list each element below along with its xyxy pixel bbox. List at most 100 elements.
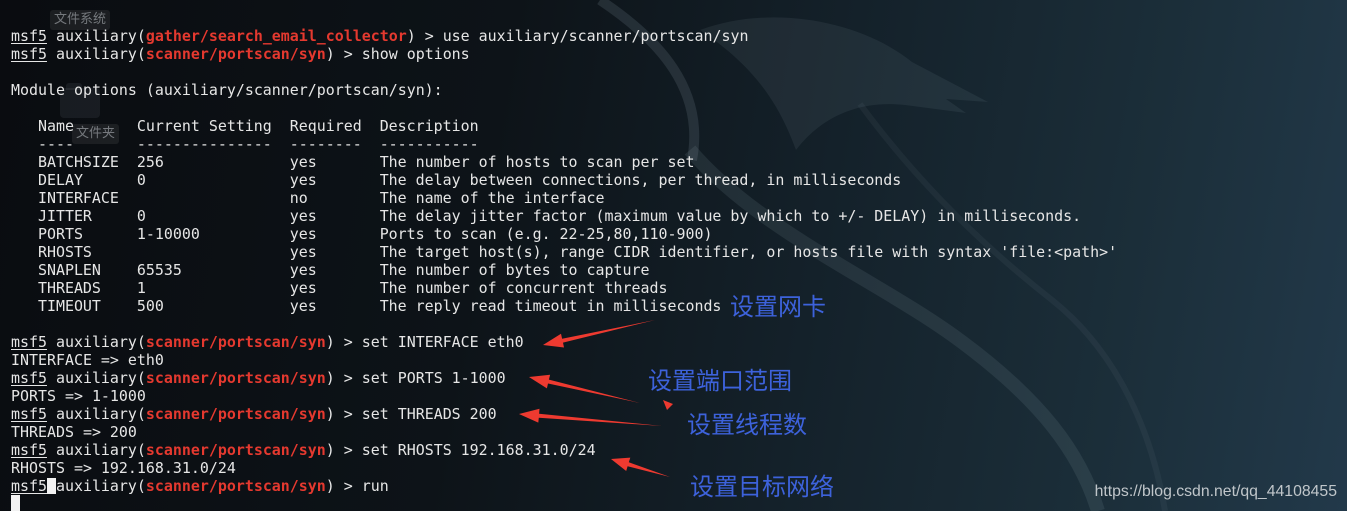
option-name: JITTER (37, 207, 92, 225)
column-underline: ---- (37, 135, 74, 153)
option-description: The target host(s), range CIDR identifie… (379, 243, 1118, 261)
prompt-module: scanner/portscan/syn (145, 441, 326, 459)
prompt-line: msf5 auxiliary( scanner/portscan/syn ) >… (11, 333, 1341, 351)
option-description: The delay between connections, per threa… (379, 171, 902, 189)
column-underline: -------- (289, 135, 362, 153)
option-current: 0 (136, 207, 146, 225)
prompt-close: ) > (325, 45, 353, 63)
option-description: Ports to scan (e.g. 22-25,80,110-900) (379, 225, 713, 243)
command-output: THREADS => 200 (11, 423, 1341, 441)
prompt-command: set PORTS 1-1000 (361, 369, 506, 387)
prompt-line: msf5 auxiliary( scanner/portscan/syn ) >… (11, 45, 1341, 63)
prompt-context: auxiliary( (55, 27, 146, 45)
option-description: The name of the interface (379, 189, 605, 207)
option-current: 1 (136, 279, 146, 297)
command-result: THREADS => 200 (11, 423, 137, 441)
column-header-required: Required (289, 117, 362, 135)
option-name: PORTS (37, 225, 83, 243)
prompt-user: msf5 (11, 441, 47, 459)
prompt-context: auxiliary( (55, 441, 146, 459)
prompt-command: run (361, 477, 389, 495)
prompt-line: msf5 auxiliary( scanner/portscan/syn ) >… (11, 441, 1341, 459)
command-output: RHOSTS => 192.168.31.0/24 (11, 459, 1341, 477)
prompt-context: auxiliary( (55, 45, 146, 63)
option-name: BATCHSIZE (37, 153, 119, 171)
option-required: yes (289, 261, 317, 279)
annotation-set-threads: 设置线程数 (687, 411, 807, 439)
option-name: SNAPLEN (37, 261, 101, 279)
option-required: yes (289, 279, 317, 297)
option-current: 65535 (136, 261, 182, 279)
prompt-close: ) > (325, 405, 353, 423)
option-required: yes (289, 243, 317, 261)
mouse-text-cursor (46, 478, 56, 494)
option-current: 0 (136, 171, 146, 189)
command-result: INTERFACE => eth0 (11, 351, 164, 369)
option-current: 256 (136, 153, 164, 171)
prompt-user: msf5 (11, 477, 47, 495)
terminal-cursor (11, 495, 20, 511)
desktop-icon-label: 文件系统 (54, 12, 107, 27)
annotation-set-ports: 设置端口范围 (648, 367, 792, 395)
options-header-underline: ---- --------------- -------- ----------… (11, 135, 1341, 153)
prompt-command: set INTERFACE eth0 (361, 333, 524, 351)
prompt-user: msf5 (11, 27, 47, 45)
annotation-set-interface: 设置网卡 (730, 293, 826, 321)
option-required: yes (289, 153, 317, 171)
prompt-close: ) > (406, 27, 434, 45)
blog-watermark: https://blog.csdn.net/qq_44108455 (1094, 483, 1337, 500)
prompt-user: msf5 (11, 45, 47, 63)
options-header: Name Current Setting Required Descriptio… (11, 117, 1341, 135)
prompt-command: set THREADS 200 (361, 405, 497, 423)
prompt-close: ) > (325, 369, 353, 387)
module-options-title-text: Module options (auxiliary/scanner/portsc… (11, 81, 443, 99)
option-row-interface: INTERFACE no The name of the interface (11, 189, 1341, 207)
option-required: no (289, 189, 308, 207)
prompt-module: gather/search_email_collector (145, 27, 407, 45)
prompt-module: scanner/portscan/syn (145, 477, 326, 495)
option-description: The delay jitter factor (maximum value b… (379, 207, 1082, 225)
column-header-name: Name (37, 117, 74, 135)
option-row-snaplen: SNAPLEN 65535 yes The number of bytes to… (11, 261, 1341, 279)
prompt-command: set RHOSTS 192.168.31.0/24 (361, 441, 596, 459)
option-name: INTERFACE (37, 189, 119, 207)
prompt-command: show options (361, 45, 470, 63)
option-description: The number of hosts to scan per set (379, 153, 695, 171)
prompt-line: msf5 auxiliary( gather/search_email_coll… (11, 27, 1341, 45)
option-row-threads: THREADS 1 yes The number of concurrent t… (11, 279, 1341, 297)
prompt-line: msf5 auxiliary( scanner/portscan/syn ) >… (11, 405, 1341, 423)
column-underline: ----------- (379, 135, 479, 153)
option-row-delay: DELAY 0 yes The delay between connection… (11, 171, 1341, 189)
option-required: yes (289, 207, 317, 225)
option-row-batchsize: BATCHSIZE 256 yes The number of hosts to… (11, 153, 1341, 171)
prompt-close: ) > (325, 441, 353, 459)
command-result: PORTS => 1-1000 (11, 387, 146, 405)
prompt-close: ) > (325, 477, 353, 495)
annotation-set-rhosts: 设置目标网络 (690, 473, 834, 501)
option-current (137, 189, 290, 207)
option-row-ports: PORTS 1-10000 yes Ports to scan (e.g. 22… (11, 225, 1341, 243)
option-description: The number of concurrent threads (379, 279, 668, 297)
option-required: yes (289, 171, 317, 189)
terminal-window[interactable]: msf5 auxiliary( gather/search_email_coll… (11, 27, 1341, 511)
prompt-context: auxiliary( (55, 405, 146, 423)
prompt-module: scanner/portscan/syn (145, 45, 326, 63)
option-current: 500 (136, 297, 164, 315)
option-name: TIMEOUT (37, 297, 101, 315)
option-current (137, 243, 290, 261)
column-underline: --------------- (136, 135, 272, 153)
option-row-rhosts: RHOSTS yes The target host(s), range CID… (11, 243, 1341, 261)
option-row-timeout: TIMEOUT 500 yes The reply read timeout i… (11, 297, 1341, 315)
option-description: The number of bytes to capture (379, 261, 650, 279)
column-header-description: Description (379, 117, 479, 135)
prompt-close: ) > (325, 333, 353, 351)
option-required: yes (289, 297, 317, 315)
module-options-title: Module options (auxiliary/scanner/portsc… (11, 81, 1341, 99)
option-name: DELAY (37, 171, 83, 189)
option-name: THREADS (37, 279, 101, 297)
prompt-user: msf5 (11, 405, 47, 423)
prompt-user: msf5 (11, 369, 47, 387)
